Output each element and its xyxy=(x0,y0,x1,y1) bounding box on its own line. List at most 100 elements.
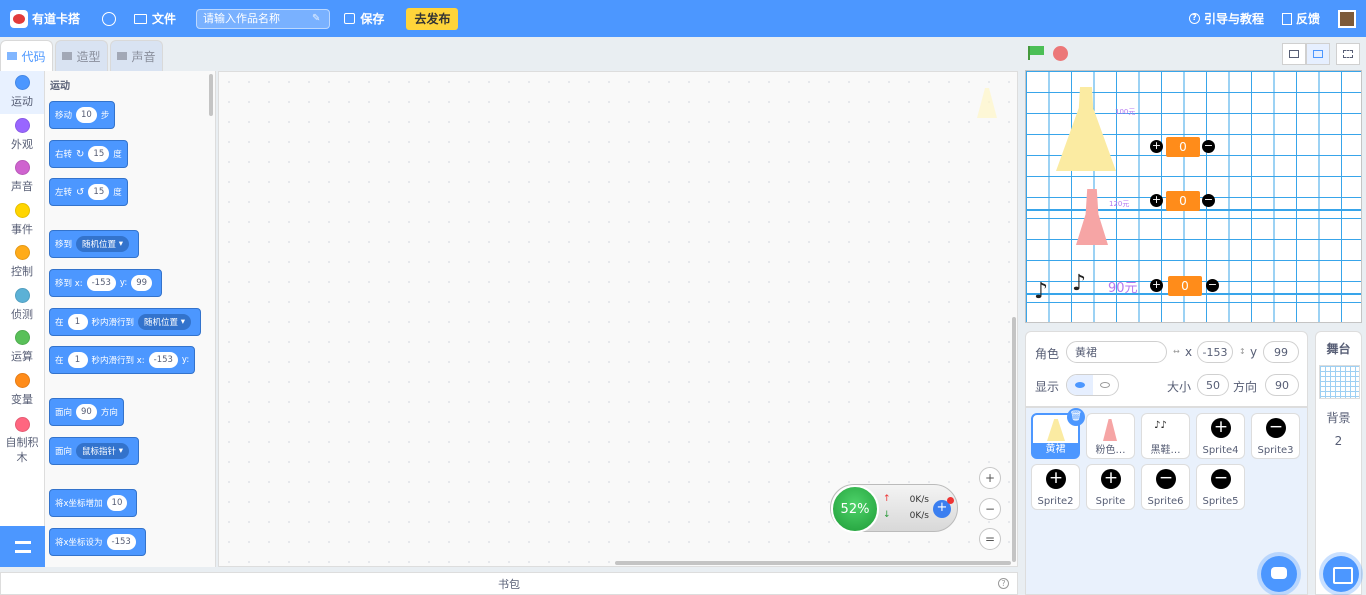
file-menu[interactable]: 文件 xyxy=(134,10,176,27)
help-icon[interactable]: ? xyxy=(998,578,1009,589)
sprite-tile[interactable]: 🗑 黄裙 xyxy=(1031,408,1085,459)
block-input[interactable]: 15 xyxy=(88,184,110,200)
block-dropdown[interactable]: 随机位置 ▾ xyxy=(76,236,129,252)
plus-icon[interactable]: + xyxy=(1150,279,1163,292)
category-operators[interactable]: 运算 xyxy=(0,326,44,369)
block-text: 移到 xyxy=(55,240,73,250)
block-turn-left[interactable]: 左转 ↺ 15 度 xyxy=(49,178,128,206)
block-input[interactable]: 10 xyxy=(76,107,97,123)
block-set-x[interactable]: 将x坐标设为 -153 xyxy=(49,528,146,556)
plus-icon[interactable]: + xyxy=(1150,194,1163,207)
plus-icon[interactable]: + xyxy=(1150,140,1163,153)
guide-button[interactable]: ? 引导与教程 xyxy=(1188,10,1264,27)
shoe-sprite[interactable]: ♪ xyxy=(1072,271,1086,296)
fullscreen-button[interactable] xyxy=(1336,43,1360,65)
add-extension-button[interactable] xyxy=(0,526,45,567)
minus-icon[interactable]: − xyxy=(1206,279,1219,292)
feedback-button[interactable]: 反馈 xyxy=(1281,10,1320,27)
tab-costumes-label: 造型 xyxy=(76,49,101,64)
zoom-reset-button[interactable]: = xyxy=(979,528,1001,550)
x-input[interactable]: -153 xyxy=(1197,341,1233,363)
minus-icon[interactable]: − xyxy=(1202,194,1215,207)
block-change-x[interactable]: 将x坐标增加 10 xyxy=(49,489,138,517)
project-title-input[interactable] xyxy=(196,8,331,29)
sprite-name-input[interactable]: 黄裙 xyxy=(1066,341,1167,363)
block-move-steps[interactable]: 移动 10 步 xyxy=(49,101,116,129)
pink-dress-sprite[interactable] xyxy=(1076,189,1108,245)
category-menu: 运动 外观 声音 事件 控制 侦测 运算 变量 自制积木 xyxy=(0,71,45,526)
backpack-bar[interactable]: 书包 ? xyxy=(0,572,1018,595)
block-input[interactable]: -153 xyxy=(148,352,178,368)
sprite-tile[interactable]: − Sprite5 xyxy=(1196,464,1245,510)
block-input[interactable]: -153 xyxy=(106,534,136,550)
workspace-vertical-scrollbar[interactable] xyxy=(1012,317,1016,562)
visibility-toggle xyxy=(1066,374,1119,396)
y-input[interactable]: 99 xyxy=(1263,341,1299,363)
category-events[interactable]: 事件 xyxy=(0,199,44,242)
sprite-tile[interactable]: + Sprite4 xyxy=(1196,413,1245,459)
network-speed-widget[interactable]: 52% ↑ 0K/s ↓ 0K/s + xyxy=(830,484,958,533)
small-stage-button[interactable] xyxy=(1282,43,1306,65)
stop-icon[interactable] xyxy=(1053,46,1068,61)
block-goto[interactable]: 移到 随机位置 ▾ xyxy=(49,230,139,258)
block-input[interactable]: 1 xyxy=(67,352,88,368)
guide-label: 引导与教程 xyxy=(1203,12,1264,26)
block-input[interactable]: 1 xyxy=(67,314,88,330)
brand-logo[interactable]: 有道卡搭 xyxy=(10,9,80,28)
globe-icon[interactable] xyxy=(102,11,117,26)
normal-stage-button[interactable] xyxy=(1306,43,1330,65)
hide-button[interactable] xyxy=(1093,375,1119,395)
sprite-tile[interactable]: 粉色… xyxy=(1086,413,1135,459)
category-label: 事件 xyxy=(11,222,33,236)
zoom-in-button[interactable]: + xyxy=(979,467,1001,489)
block-input[interactable]: 10 xyxy=(106,495,128,511)
category-sensing[interactable]: 侦测 xyxy=(0,284,44,327)
green-flag-icon[interactable] xyxy=(1028,46,1044,60)
save-button[interactable]: 保存 xyxy=(344,10,384,27)
yellow-dress-sprite[interactable] xyxy=(1056,87,1116,171)
speed-boost-button[interactable]: + xyxy=(933,497,954,518)
workspace-horizontal-scrollbar[interactable] xyxy=(615,561,1011,565)
block-input[interactable]: 90 xyxy=(76,404,97,420)
tab-sounds[interactable]: 声音 xyxy=(110,40,163,71)
delete-icon[interactable]: 🗑 xyxy=(1067,408,1085,426)
block-dropdown[interactable]: 鼠标指针 ▾ xyxy=(76,443,129,459)
add-sprite-button[interactable] xyxy=(1261,556,1297,592)
block-turn-right[interactable]: 右转 ↻ 15 度 xyxy=(49,140,128,168)
category-sound[interactable]: 声音 xyxy=(0,156,44,199)
zoom-out-button[interactable]: − xyxy=(979,498,1001,520)
tab-costumes[interactable]: 造型 xyxy=(55,40,108,71)
block-input[interactable]: -153 xyxy=(86,275,116,291)
category-my-blocks[interactable]: 自制积木 xyxy=(0,411,44,471)
block-dropdown[interactable]: 随机位置 ▾ xyxy=(138,314,192,330)
category-control[interactable]: 控制 xyxy=(0,241,44,284)
block-goto-xy[interactable]: 移到 x: -153 y: 99 xyxy=(49,269,163,297)
sprite-tile[interactable]: ♪♪ 黑鞋… xyxy=(1141,413,1190,459)
category-label: 运动 xyxy=(11,95,33,109)
publish-button[interactable]: 去发布 xyxy=(406,7,459,30)
show-button[interactable] xyxy=(1067,375,1093,395)
shoe-thumbnail: ♪♪ xyxy=(1154,420,1167,431)
sprite-tile[interactable]: + Sprite xyxy=(1086,464,1135,510)
block-glide-xy[interactable]: 在 1 秒内滑行到 x: -153 y: xyxy=(49,346,196,374)
add-backdrop-button[interactable] xyxy=(1323,556,1359,592)
category-variables[interactable]: 变量 xyxy=(0,369,44,412)
block-input[interactable]: 15 xyxy=(88,146,110,162)
direction-input[interactable]: 90 xyxy=(1265,374,1299,396)
block-point-direction[interactable]: 面向 90 方向 xyxy=(49,398,124,426)
category-looks[interactable]: 外观 xyxy=(0,114,44,157)
block-input[interactable]: 99 xyxy=(131,275,153,291)
category-motion[interactable]: 运动 xyxy=(0,71,44,114)
shoe-sprite[interactable]: ♪ xyxy=(1034,279,1048,304)
sprite-tile[interactable]: − Sprite3 xyxy=(1251,413,1300,459)
block-glide-to[interactable]: 在 1 秒内滑行到 随机位置 ▾ xyxy=(49,308,202,336)
avatar[interactable] xyxy=(1338,9,1356,28)
sprite-tile[interactable]: + Sprite2 xyxy=(1031,464,1080,510)
palette-scrollbar[interactable] xyxy=(209,74,213,116)
sprite-tile[interactable]: − Sprite6 xyxy=(1141,464,1190,510)
minus-icon[interactable]: − xyxy=(1202,140,1215,153)
block-point-towards[interactable]: 面向 鼠标指针 ▾ xyxy=(49,437,139,465)
size-input[interactable]: 50 xyxy=(1197,374,1229,396)
stage-canvas[interactable]: 100元 + 0 − 120元 + 0 − ♪ ♪ 90元 + 0 − xyxy=(1025,70,1362,323)
tab-code[interactable]: 代码 xyxy=(0,40,53,71)
